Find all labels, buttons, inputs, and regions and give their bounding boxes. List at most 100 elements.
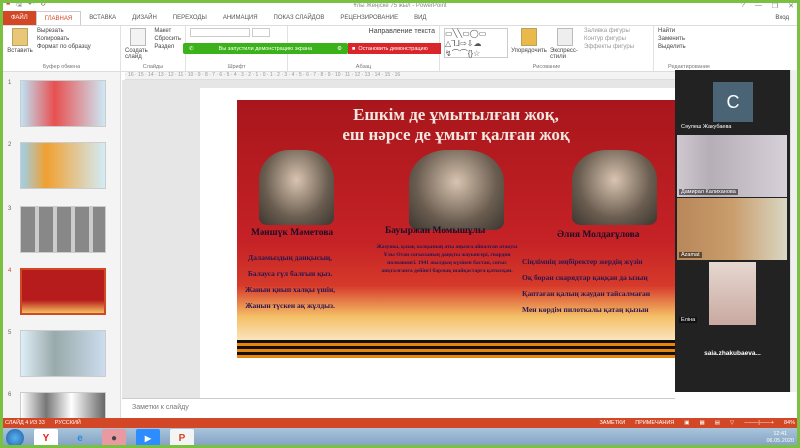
portrait-aliya <box>572 150 657 225</box>
tab-insert[interactable]: ВСТАВКА <box>81 11 124 25</box>
notes-toggle[interactable]: ЗАМЕТКИ <box>599 420 625 426</box>
notes-pane[interactable]: Заметки к слайду <box>122 398 675 418</box>
hero-bio: Жазушы, қазақ халқының аты аңызға айналғ… <box>376 244 518 274</box>
powerpoint-taskbar-icon[interactable]: P <box>170 429 194 447</box>
layout-button[interactable]: Макет <box>154 28 181 34</box>
vertical-scrollbar[interactable] <box>790 70 797 392</box>
slide-thumbnail[interactable] <box>20 80 106 127</box>
participant-tile[interactable]: Дамирал Калиханова <box>677 135 787 197</box>
participant-name: Azamat <box>679 252 702 258</box>
tab-design[interactable]: ДИЗАЙН <box>124 11 165 25</box>
start-button[interactable] <box>6 429 24 447</box>
participant-video <box>709 262 756 325</box>
stop-share-label: Остановить демонстрацию <box>358 45 428 52</box>
thumbnail-number: 1 <box>8 80 12 86</box>
clipboard-group: Вставить Вырезать Копировать Формат по о… <box>3 26 121 71</box>
reading-view-icon[interactable]: ▤ <box>715 420 720 426</box>
tab-review[interactable]: РЕЦЕНЗИРОВАНИЕ <box>332 11 406 25</box>
slide-thumbnail[interactable] <box>20 206 106 253</box>
quick-styles-button[interactable]: Экспресс-стили <box>550 28 580 69</box>
slide-thumbnail-selected[interactable] <box>20 268 106 315</box>
st-george-ribbon <box>237 340 675 358</box>
participant-tile[interactable]: Еліна <box>677 262 787 325</box>
zoom-gallery-panel: С Сәулеш Жакубаева Дамирал Калиханова Az… <box>675 70 790 392</box>
replace-button[interactable]: Заменить <box>658 36 686 42</box>
language-indicator[interactable]: РУССКИЙ <box>55 420 81 426</box>
normal-view-icon[interactable]: ▣ <box>684 420 689 426</box>
shape-fill-button[interactable]: Заливка фигуры <box>584 28 634 34</box>
tab-view[interactable]: ВИД <box>406 11 434 25</box>
new-slide-button[interactable]: Создать слайд <box>125 28 150 69</box>
reset-button[interactable]: Сбросить <box>154 36 181 42</box>
slide-sorter-icon[interactable]: ▦ <box>699 420 704 426</box>
slide-editing-area: Ешкім де ұмытылған жоқ, еш нәрсе де ұмыт … <box>122 80 675 398</box>
zoom-level[interactable]: 84% <box>784 420 795 426</box>
group-label: Рисование <box>532 64 561 70</box>
tab-transitions[interactable]: ПЕРЕХОДЫ <box>165 11 215 25</box>
slideshow-icon[interactable]: ▽ <box>730 420 734 426</box>
stop-icon: ■ <box>352 45 356 52</box>
cut-button[interactable]: Вырезать <box>37 28 91 34</box>
slide-thumbnail[interactable] <box>20 142 106 189</box>
settings-icon[interactable]: ⚙ <box>337 46 342 52</box>
screen-share-banner: ✆ Вы запустили демонстрацию экрана ⚙ <box>183 43 348 54</box>
portrait-manshuk <box>259 150 334 225</box>
slide-thumbnail[interactable] <box>20 392 106 418</box>
paste-icon <box>12 28 28 46</box>
copy-button[interactable]: Копировать <box>37 36 91 42</box>
arrange-button[interactable]: Упорядочить <box>511 28 547 69</box>
hero-name: Бауыржан Момышұлы <box>385 226 486 236</box>
internet-explorer-icon[interactable]: e <box>68 429 92 447</box>
zoom-slider[interactable]: −——|——+ <box>744 420 774 426</box>
portrait-baurzhan <box>409 150 504 230</box>
participant-tile[interactable]: Azamat <box>677 198 787 260</box>
hero-name: Әлия Молдағұлова <box>557 230 640 240</box>
group-label: Шрифт <box>227 64 246 70</box>
system-clock[interactable]: 12:41 06.05.2020 <box>766 431 794 445</box>
thumbnail-number: 6 <box>8 392 12 398</box>
group-label: Буфер обмена <box>42 64 81 70</box>
shape-outline-button[interactable]: Контур фигуры <box>584 36 634 42</box>
window-title: Ұлы Жеңіске 75 жыл - PowerPoint <box>353 2 447 9</box>
drawing-group: ▭╲╲▭◯▭ △⅂⅃⇨⇩☁ ↯⌒⌒{}☆ Упорядочить Экспресс-… <box>440 26 654 71</box>
stop-share-button[interactable]: ■ Остановить демонстрацию <box>348 43 441 54</box>
notes-placeholder: Заметки к слайду <box>132 404 189 411</box>
new-slide-icon <box>129 28 146 46</box>
current-slide[interactable]: Ешкім де ұмытылған жоқ, еш нәрсе де ұмыт … <box>200 88 675 398</box>
select-button[interactable]: Выделить <box>658 44 686 50</box>
app-icon[interactable]: ● <box>102 429 126 447</box>
thumbnail-number: 5 <box>8 330 12 336</box>
participant-name: Дамирал Калиханова <box>679 189 738 195</box>
tab-home[interactable]: ГЛАВНАЯ <box>35 11 82 25</box>
participant-avatar: С <box>713 82 753 122</box>
yandex-browser-icon[interactable]: Y <box>34 429 58 447</box>
horizontal-ruler: · 16 · 15 · 14 · 13 · 12 · 11 · 10 · 9 ·… <box>125 72 675 80</box>
editing-group: Найти Заменить Выделить Редактирование <box>654 26 724 71</box>
tab-file[interactable]: ФАЙЛ <box>3 11 36 25</box>
participant-tile[interactable]: С Сәулеш Жакубаева <box>677 72 787 132</box>
shape-effects-button[interactable]: Эффекты фигуры <box>584 44 634 50</box>
slide-thumbnail[interactable] <box>20 330 106 377</box>
slides-group: Создать слайд Макет Сбросить Раздел Слай… <box>121 26 186 71</box>
tab-animation[interactable]: АНИМАЦИЯ <box>215 11 266 25</box>
find-button[interactable]: Найти <box>658 28 686 34</box>
font-name-select[interactable] <box>190 28 250 37</box>
thumbnail-number: 4 <box>8 268 12 274</box>
thumbnail-number: 3 <box>8 206 12 212</box>
thumbnail-number: 2 <box>8 142 12 148</box>
shapes-gallery[interactable]: ▭╲╲▭◯▭ △⅂⅃⇨⇩☁ ↯⌒⌒{}☆ <box>444 28 508 58</box>
font-size-select[interactable] <box>252 28 270 37</box>
slide-counter: СЛАЙД 4 ИЗ 33 <box>5 420 45 426</box>
tab-slideshow[interactable]: ПОКАЗ СЛАЙДОВ <box>266 11 333 25</box>
participant-name: Еліна <box>679 317 698 323</box>
sign-in-link[interactable]: Вход <box>775 15 797 21</box>
title-bar: ■ 🖫 ↶ ↻ Ұлы Жеңіске 75 жыл - PowerPoint … <box>0 0 800 11</box>
comments-toggle[interactable]: ПРИМЕЧАНИЯ <box>635 420 674 426</box>
slide-thumbnails-pane: 1 2 3 4 5 6 <box>3 72 121 418</box>
hero-verse: Сіңлімнің зеңбіректер жердің жүзін Оқ бор… <box>522 257 651 314</box>
group-label: Абзац <box>355 64 372 70</box>
section-button[interactable]: Раздел <box>154 44 181 50</box>
paste-button[interactable]: Вставить <box>7 28 33 69</box>
zoom-app-icon[interactable]: ▶ <box>136 429 160 447</box>
format-painter-button[interactable]: Формат по образцу <box>37 44 91 50</box>
